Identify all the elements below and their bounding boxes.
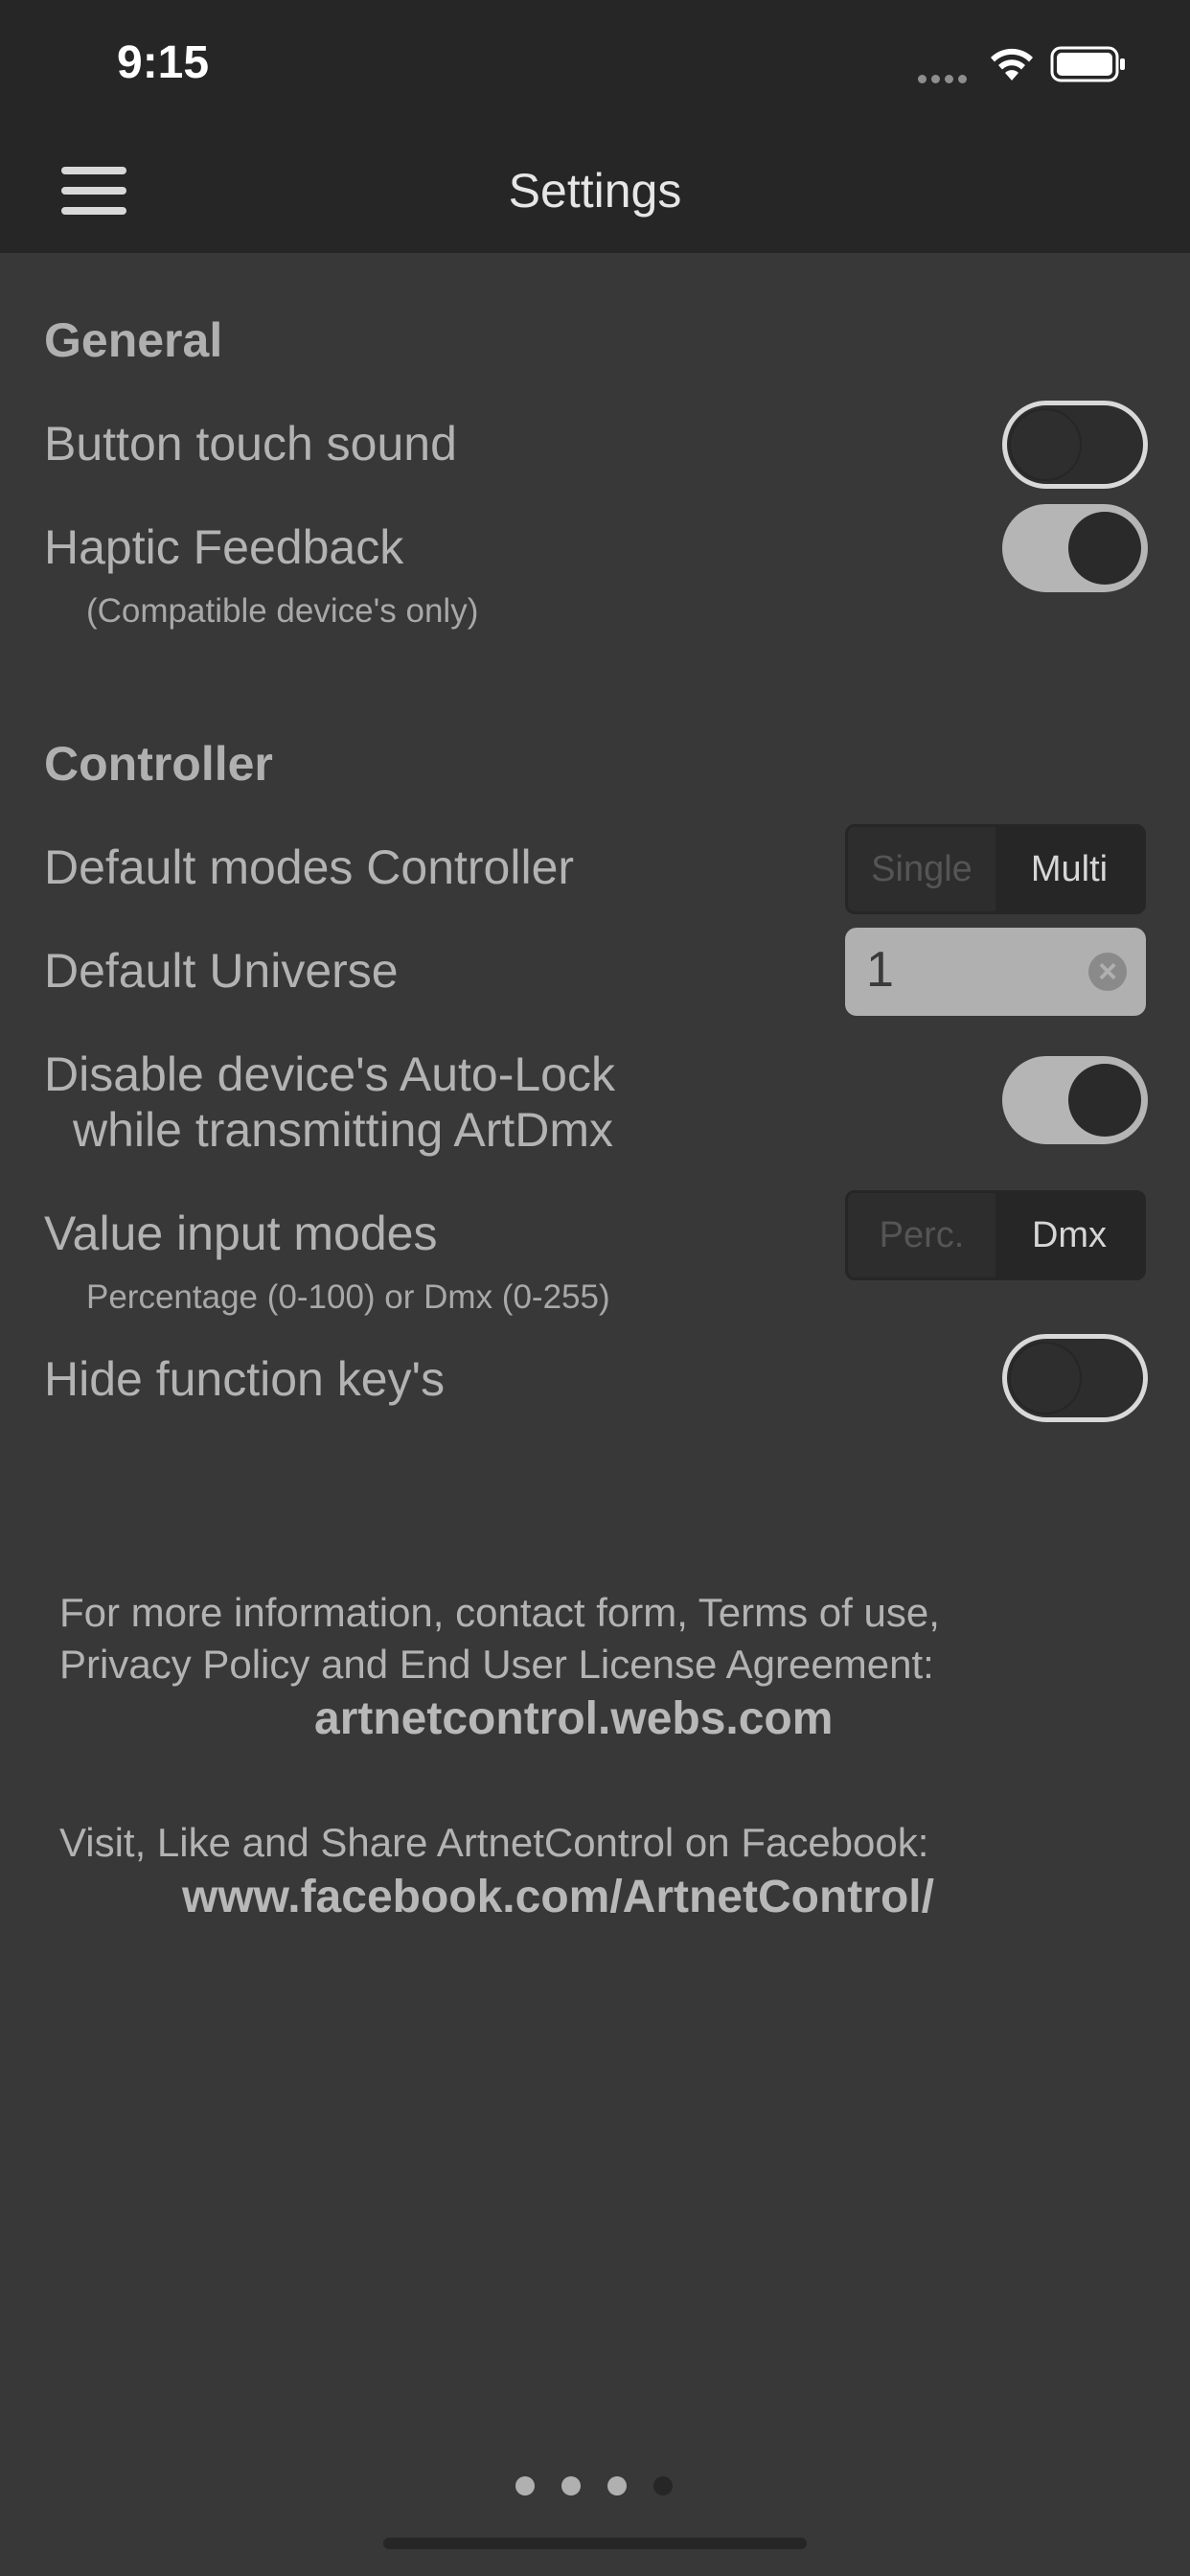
segment-multi[interactable]: Multi: [995, 827, 1143, 911]
segment-percentage[interactable]: Perc.: [848, 1193, 995, 1277]
auto-lock-label-line1: Disable device's Auto-Lock: [44, 1047, 615, 1101]
info-text-line2: Privacy Policy and End User License Agre…: [59, 1642, 934, 1687]
auto-lock-label-line2: while transmitting ArtDmx: [73, 1103, 614, 1157]
value-input-note: Percentage (0-100) or Dmx (0-255): [86, 1278, 610, 1316]
default-modes-segmented-control: Single Multi: [845, 824, 1146, 914]
wifi-icon: [991, 48, 1033, 80]
segment-single[interactable]: Single: [848, 827, 995, 911]
haptic-feedback-toggle[interactable]: [1002, 504, 1148, 592]
page-dot[interactable]: [607, 2476, 627, 2496]
page-indicator[interactable]: [515, 2476, 699, 2500]
facebook-text: Visit, Like and Share ArtnetControl on F…: [59, 1820, 929, 1865]
segment-dmx[interactable]: Dmx: [995, 1193, 1143, 1277]
section-title-general: General: [44, 313, 223, 367]
hide-function-keys-toggle[interactable]: [1002, 1334, 1148, 1422]
button-touch-sound-toggle[interactable]: [1002, 401, 1148, 489]
page-title: Settings: [508, 164, 682, 218]
hide-function-keys-label: Hide function key's: [44, 1352, 446, 1406]
home-indicator[interactable]: [383, 2538, 807, 2549]
default-modes-label: Default modes Controller: [44, 840, 575, 894]
status-time: 9:15: [117, 37, 210, 88]
auto-lock-toggle[interactable]: [1002, 1056, 1148, 1144]
battery-icon: [1050, 46, 1125, 82]
cellular-signal-icon: [918, 71, 972, 88]
haptic-feedback-note: (Compatible device's only): [86, 592, 479, 630]
default-universe-value[interactable]: 1: [866, 941, 894, 999]
default-universe-field[interactable]: 1 ×: [845, 928, 1146, 1016]
clear-icon[interactable]: ×: [1088, 953, 1127, 991]
page-dot-current[interactable]: [653, 2476, 673, 2496]
website-link[interactable]: artnetcontrol.webs.com: [314, 1692, 833, 1745]
navigation-bar: Settings: [0, 134, 1190, 253]
info-text-line1: For more information, contact form, Term…: [59, 1590, 940, 1635]
facebook-link[interactable]: www.facebook.com/ArtnetControl/: [182, 1871, 934, 1923]
section-title-controller: Controller: [44, 737, 273, 791]
value-input-label: Value input modes: [44, 1207, 438, 1260]
haptic-feedback-label: Haptic Feedback: [44, 520, 404, 574]
status-bar: 9:15: [0, 0, 1190, 134]
value-input-segmented-control: Perc. Dmx: [845, 1190, 1146, 1280]
page-dot[interactable]: [515, 2476, 535, 2496]
page-dot[interactable]: [561, 2476, 581, 2496]
default-universe-label: Default Universe: [44, 944, 399, 998]
button-touch-sound-label: Button touch sound: [44, 417, 457, 471]
